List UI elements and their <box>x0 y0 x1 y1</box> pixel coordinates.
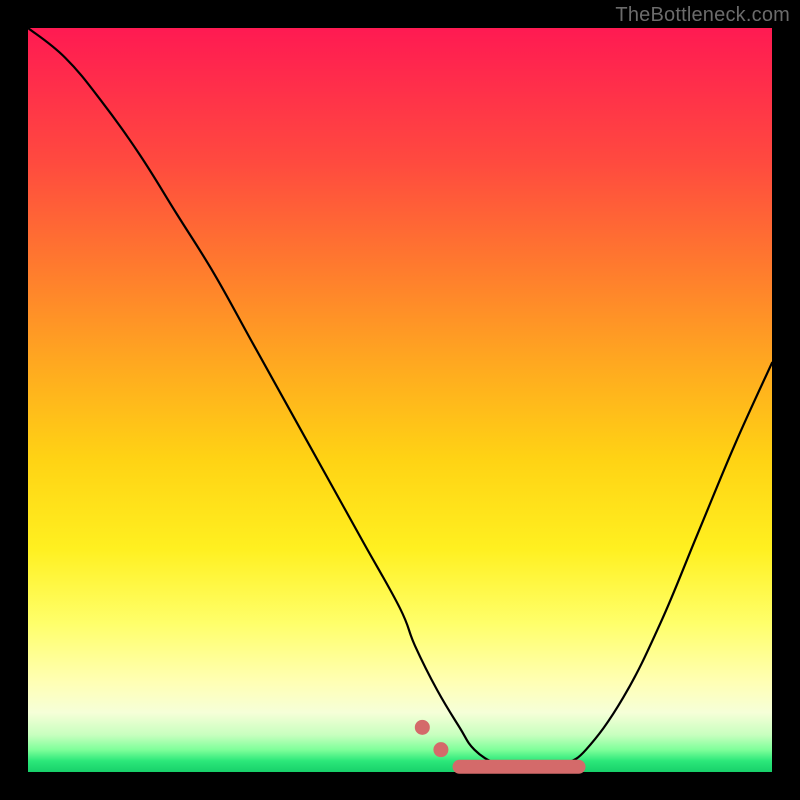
highlight-dot <box>415 720 430 735</box>
watermark-text: TheBottleneck.com <box>615 4 790 27</box>
bottleneck-curve <box>28 28 772 773</box>
curve-svg <box>28 28 772 772</box>
gradient-plot-area <box>28 28 772 772</box>
chart-frame: TheBottleneck.com <box>0 0 800 800</box>
highlight-dot <box>433 742 448 757</box>
